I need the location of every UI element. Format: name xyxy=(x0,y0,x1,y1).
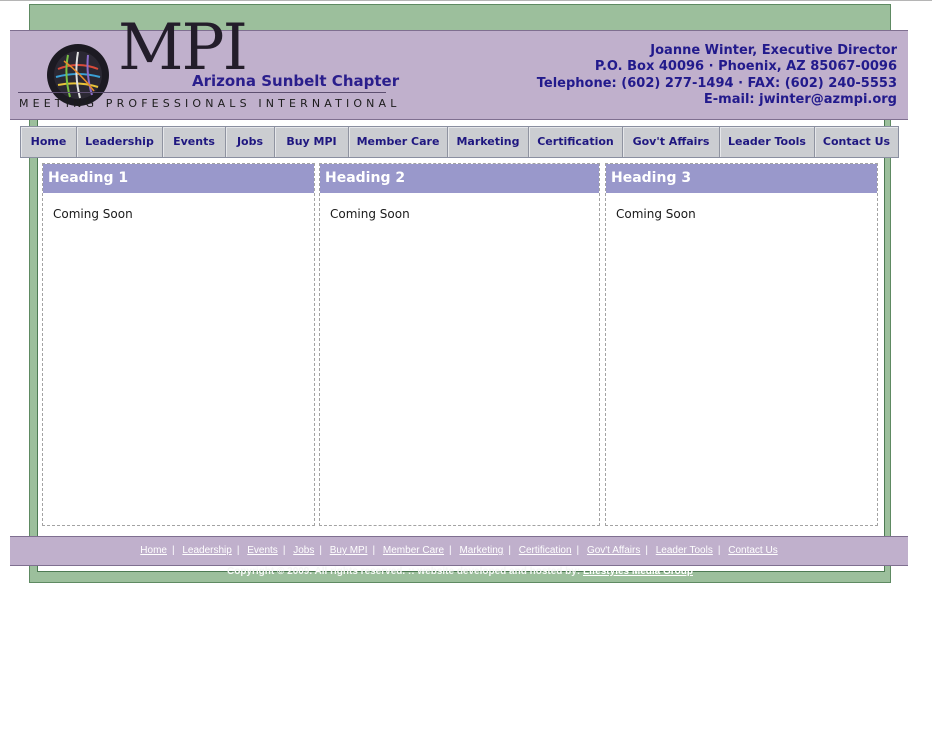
footer-separator: | xyxy=(282,545,286,556)
footer-link-buy-mpi[interactable]: Buy MPI xyxy=(330,545,368,556)
developer-link[interactable]: Lifestyles Media Group xyxy=(583,566,693,577)
footer-separator: | xyxy=(372,545,376,556)
nav-leadership[interactable]: Leadership xyxy=(77,127,163,157)
nav-govt-affairs[interactable]: Gov't Affairs xyxy=(623,127,720,157)
footer-separator: | xyxy=(576,545,580,556)
contact-address: P.O. Box 40096 · Phoenix, AZ 85067-0096 xyxy=(594,59,897,75)
footer-separator: | xyxy=(645,545,648,556)
column-heading: Heading 2 xyxy=(320,164,599,193)
copyright-line: Copyright © 2009. All rights reserved. :… xyxy=(29,566,891,577)
top-border-line xyxy=(0,0,932,1)
mpi-logo-text: MPI xyxy=(118,11,248,85)
nav-certification[interactable]: Certification xyxy=(529,127,623,157)
footer-separator: | xyxy=(236,545,240,556)
column-body: Coming Soon xyxy=(616,207,696,221)
footer-link-certification[interactable]: Certification xyxy=(519,545,572,556)
content-column-3: Heading 3 Coming Soon xyxy=(605,163,878,526)
footer-link-govt-affairs[interactable]: Gov't Affairs xyxy=(587,545,640,556)
chapter-name: Arizona Sunbelt Chapter xyxy=(192,72,400,90)
footer-separator: | xyxy=(717,545,721,556)
footer-nav: Home | Leadership | Events | Jobs | Buy MPI |… xyxy=(10,536,908,566)
nav-leader-tools[interactable]: Leader Tools xyxy=(720,127,815,157)
nav-contact-us[interactable]: Contact Us xyxy=(815,127,898,157)
logo-divider xyxy=(18,92,386,93)
contact-phone: Telephone: (602) 277-1494 · FAX: (602) 2… xyxy=(536,75,897,91)
content-column-2: Heading 2 Coming Soon xyxy=(319,163,600,526)
footer-separator: | xyxy=(508,545,511,556)
footer-separator: | xyxy=(171,545,175,556)
content-column-1: Heading 1 Coming Soon xyxy=(42,163,315,526)
footer-link-contact-us[interactable]: Contact Us xyxy=(728,545,777,556)
nav-jobs[interactable]: Jobs xyxy=(226,127,275,157)
contact-block: Joanne Winter, Executive Director P.O. B… xyxy=(537,43,897,108)
column-body: Coming Soon xyxy=(330,207,410,221)
nav-marketing[interactable]: Marketing xyxy=(448,127,529,157)
footer-separator: | xyxy=(449,545,452,556)
copyright-text: Copyright © 2009. All rights reserved. :… xyxy=(226,566,581,577)
nav-buy-mpi[interactable]: Buy MPI xyxy=(275,127,349,157)
footer-link-home[interactable]: Home xyxy=(140,545,167,556)
footer-link-jobs[interactable]: Jobs xyxy=(293,545,314,556)
footer-link-member-care[interactable]: Member Care xyxy=(383,545,444,556)
nav-events[interactable]: Events xyxy=(163,127,226,157)
column-heading: Heading 1 xyxy=(43,164,314,193)
main-nav: Home Leadership Events Jobs Buy MPI Memb… xyxy=(20,126,899,158)
footer-link-leader-tools[interactable]: Leader Tools xyxy=(656,545,713,556)
column-body: Coming Soon xyxy=(53,207,133,221)
contact-email[interactable]: E-mail: jwinter@azmpi.org xyxy=(537,92,897,108)
nav-home[interactable]: Home xyxy=(21,127,77,157)
nav-member-care[interactable]: Member Care xyxy=(349,127,448,157)
footer-separator: | xyxy=(319,545,322,556)
tagline: MEETING PROFESSIONALS INTERNATIONAL xyxy=(19,97,401,110)
contact-name: Joanne Winter, Executive Director xyxy=(650,43,897,58)
site-header: MPI Arizona Sunbelt Chapter MEETING PROF… xyxy=(10,16,908,120)
footer-link-events[interactable]: Events xyxy=(247,545,278,556)
footer-link-marketing[interactable]: Marketing xyxy=(459,545,503,556)
footer-link-leadership[interactable]: Leadership xyxy=(182,545,231,556)
column-heading: Heading 3 xyxy=(606,164,877,193)
